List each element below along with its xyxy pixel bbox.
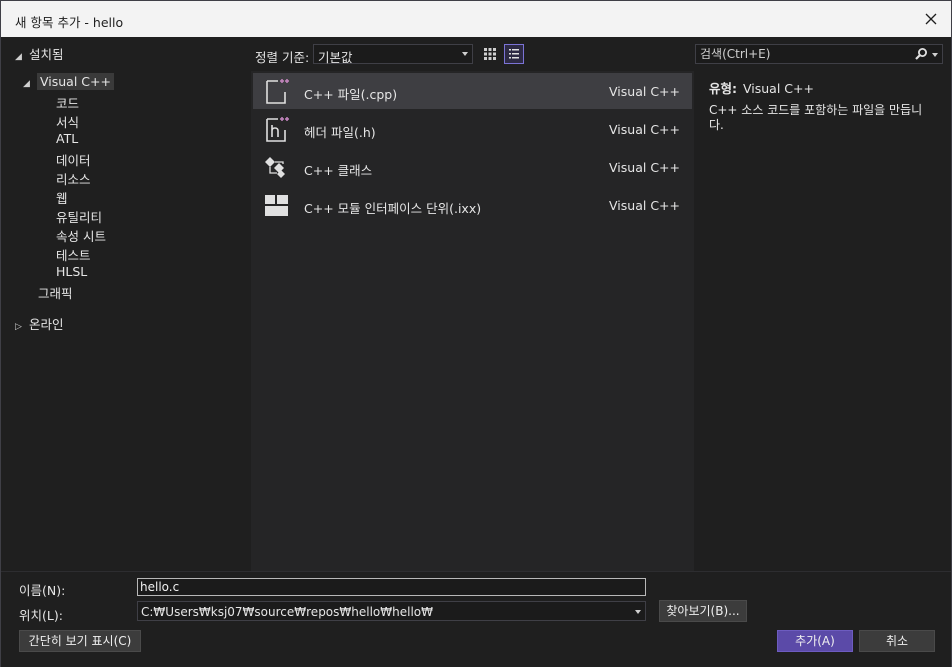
tree-node-hlsl[interactable]: HLSL [56,264,87,279]
collapsed-arrow-icon[interactable]: ▷ [15,322,29,332]
tree-node-installed[interactable]: ◢ 설치됨 [15,44,64,63]
list-item[interactable]: C++ 파일(.cpp) Visual C++ [253,73,692,109]
item-type: Visual C++ [609,84,680,99]
name-label: 이름(N): [19,583,66,598]
item-type: Visual C++ [609,122,680,137]
close-icon[interactable] [921,9,941,29]
grid-view-icon[interactable] [480,44,500,64]
location-dropdown[interactable]: C:₩Users₩ksj07₩source₩repos₩hello₩hello₩ [137,601,646,621]
search-icon[interactable] [914,47,928,61]
sort-dropdown[interactable]: 기본값 [313,44,473,65]
tree-node-visual-cpp[interactable]: ◢ Visual C++ [23,73,114,90]
list-view-button[interactable] [504,44,524,64]
tree-node-label: 온라인 [29,317,64,332]
item-type: Visual C++ [609,160,680,175]
compact-view-button[interactable]: 간단히 보기 표시(C) [19,630,141,652]
browse-button[interactable]: 찾아보기(B)... [659,600,747,622]
title-bar: 새 항목 추가 - hello [1,1,951,37]
expanded-arrow-icon[interactable]: ◢ [23,79,37,89]
tree-node-utility[interactable]: 유틸리티 [56,207,102,226]
header-file-icon [266,117,289,142]
window-title: 새 항목 추가 - hello [15,15,124,30]
expanded-arrow-icon[interactable]: ◢ [15,52,29,62]
search-input[interactable] [700,46,900,62]
cancel-button[interactable]: 취소 [859,630,935,652]
tree-node-web[interactable]: 웹 [56,188,68,207]
tree-node-code[interactable]: 코드 [56,93,79,112]
tree-node-label: 설치됨 [29,47,64,62]
item-name: C++ 클래스 [304,163,373,178]
name-field[interactable] [137,578,646,596]
chevron-down-icon [635,610,641,614]
tree-node-label: Visual C++ [37,73,114,90]
item-name: C++ 모듈 인터페이스 단위(.ixx) [304,201,482,216]
tree-node-test[interactable]: 테스트 [56,245,91,264]
list-view-icon [509,49,519,59]
search-box[interactable] [695,44,943,64]
sort-value: 기본값 [318,50,353,65]
tree-node-graphics[interactable]: 그래픽 [38,283,73,302]
item-details: 유형: Visual C++ C++ 소스 코드를 포함하는 파일을 만듭니다. [709,78,937,133]
type-label: 유형: [709,81,737,96]
list-item[interactable]: 헤더 파일(.h) Visual C++ [253,111,692,147]
item-type: Visual C++ [609,198,680,213]
tree-node-atl[interactable]: ATL [56,131,78,146]
list-item[interactable]: C++ 클래스 Visual C++ [253,149,692,185]
chevron-down-icon[interactable] [932,53,938,57]
list-item[interactable]: C++ 모듈 인터페이스 단위(.ixx) Visual C++ [253,187,692,223]
cpp-class-icon [265,157,285,178]
chevron-down-icon [462,52,468,56]
type-value: Visual C++ [743,81,814,96]
category-tree: ◢ 설치됨 ◢ Visual C++ 코드 서식 ATL 데이터 리소스 웹 유틸리… [7,38,249,570]
tree-node-online[interactable]: ▷ 온라인 [15,314,64,333]
template-list: C++ 파일(.cpp) Visual C++ 헤더 파일(.h) Visual… [251,71,694,571]
add-new-item-dialog: 새 항목 추가 - hello ◢ 설치됨 ◢ Visual C++ 코드 서식 A… [0,0,952,667]
tree-node-resource[interactable]: 리소스 [56,169,91,188]
tree-node-data[interactable]: 데이터 [56,150,91,169]
tree-node-template[interactable]: 서식 [56,112,79,131]
cpp-file-icon [266,79,289,104]
item-name: C++ 파일(.cpp) [304,87,398,102]
module-interface-icon [265,195,288,216]
type-line: 유형: Visual C++ [709,78,937,97]
location-value: C:₩Users₩ksj07₩source₩repos₩hello₩hello₩ [141,605,433,619]
location-label: 위치(L): [19,608,63,623]
item-name: 헤더 파일(.h) [304,125,376,140]
tree-node-property-sheet[interactable]: 속성 시트 [56,226,106,245]
add-button[interactable]: 추가(A) [777,630,853,652]
sort-label: 정렬 기준: [255,50,310,65]
item-description: C++ 소스 코드를 포함하는 파일을 만듭니다. [709,103,923,132]
